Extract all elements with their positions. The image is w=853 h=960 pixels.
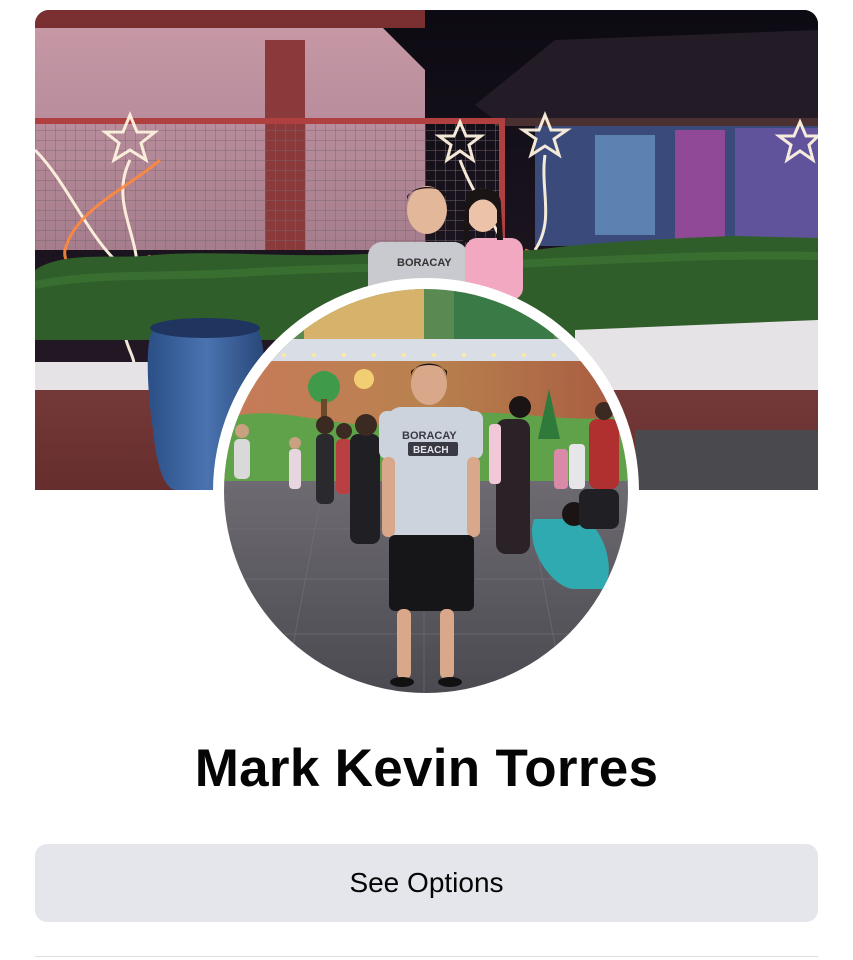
- section-divider: [35, 956, 818, 957]
- see-options-button[interactable]: See Options: [35, 844, 818, 922]
- profile-picture[interactable]: BORACAY BEACH: [224, 289, 628, 693]
- cover-shirt-text: BORACAY: [397, 257, 452, 269]
- avatar-shirt-subtext: BEACH: [413, 445, 449, 456]
- profile-name: Mark Kevin Torres: [194, 739, 659, 798]
- avatar-shirt-text: BORACAY: [402, 430, 457, 442]
